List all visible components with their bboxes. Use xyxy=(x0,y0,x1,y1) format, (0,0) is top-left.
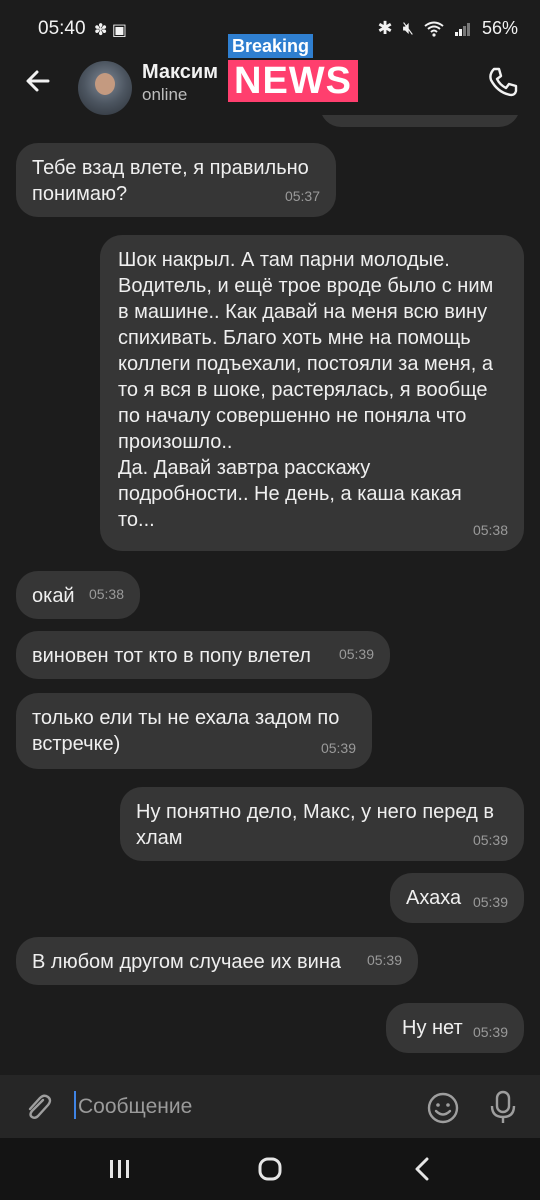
message-text: Шок накрыл. А там парни молодые. Водител… xyxy=(118,249,494,531)
message-time: 05:39 xyxy=(366,952,402,968)
message-text: только ели ты не ехала задом по встречке… xyxy=(32,707,340,755)
message-bubble-incoming[interactable]: только ели ты не ехала задом по встречке… xyxy=(16,693,372,769)
breaking-news-badge: Breaking NEWS xyxy=(222,32,360,104)
message-bubble-outgoing[interactable]: Ну понятно дело, Макс, у него перед в хл… xyxy=(120,787,524,861)
badge-news-text: NEWS xyxy=(228,60,358,102)
message-bubble-incoming[interactable]: В любом другом случаее их вина 05:39 xyxy=(16,937,418,985)
message-time: 05:39 xyxy=(338,646,374,662)
image-icon: ▣ xyxy=(111,22,127,39)
message-time: 05:39 xyxy=(472,894,508,910)
attach-icon[interactable] xyxy=(22,1091,54,1123)
status-right: ✱ 🔇︎ 56% xyxy=(378,18,518,39)
signal-icon xyxy=(454,22,470,36)
emoji-icon[interactable] xyxy=(426,1091,460,1125)
wifi-icon xyxy=(424,21,444,37)
message-text: В любом другом случаее их вина xyxy=(32,951,342,973)
contact-avatar[interactable] xyxy=(78,61,132,115)
message-time: 05:39 xyxy=(472,1024,508,1040)
message-text: Ну понятно дело, Макс, у него перед в хл… xyxy=(136,801,494,849)
message-bubble-outgoing[interactable]: Ну нет 05:39 xyxy=(386,1003,524,1053)
fan-icon: ✽ xyxy=(94,22,108,39)
message-time: 05:38 xyxy=(472,522,508,538)
message-composer xyxy=(0,1075,540,1138)
status-time: 05:40 xyxy=(38,18,86,39)
system-nav-bar xyxy=(0,1138,540,1200)
contact-status: online xyxy=(142,85,188,104)
recents-icon[interactable] xyxy=(108,1158,132,1180)
message-bubble-outgoing[interactable]: Ахаха 05:39 xyxy=(390,873,524,923)
message-text: Тебе взад влете, я правильно понимаю? xyxy=(32,157,309,205)
message-time: 05:39 xyxy=(320,740,356,756)
message-time: 05:38 xyxy=(88,586,124,602)
mic-icon[interactable] xyxy=(486,1089,520,1125)
message-text: виновен тот кто в попу влетел xyxy=(32,645,311,667)
battery-level: 56% xyxy=(481,18,518,38)
message-bubble-incoming[interactable]: виновен тот кто в попу влетел 05:39 xyxy=(16,631,390,679)
message-bubble-outgoing[interactable]: Шок накрыл. А там парни молодые. Водител… xyxy=(100,235,524,551)
back-icon[interactable] xyxy=(412,1157,432,1181)
home-icon[interactable] xyxy=(258,1157,282,1181)
message-time: 05:37 xyxy=(284,188,320,204)
message-bubble-incoming[interactable]: Тебе взад влете, я правильно понимаю? 05… xyxy=(16,143,336,217)
message-bubble-incoming[interactable]: окай 05:38 xyxy=(16,571,140,619)
message-input[interactable] xyxy=(76,1092,400,1122)
phone-call-icon[interactable] xyxy=(486,65,520,99)
bluetooth-icon: ✱ xyxy=(377,18,393,38)
badge-breaking-text: Breaking xyxy=(228,34,314,58)
message-list[interactable]: Тебе взад влете, я правильно понимаю? 05… xyxy=(0,115,540,1075)
mute-icon: 🔇︎ xyxy=(402,18,414,38)
contact-name[interactable]: Максим xyxy=(142,61,218,84)
message-time: 05:39 xyxy=(472,832,508,848)
message-bubble-partial xyxy=(320,115,520,127)
status-left-icons: ✽ ▣ xyxy=(94,20,127,40)
back-arrow-icon[interactable] xyxy=(22,65,54,97)
